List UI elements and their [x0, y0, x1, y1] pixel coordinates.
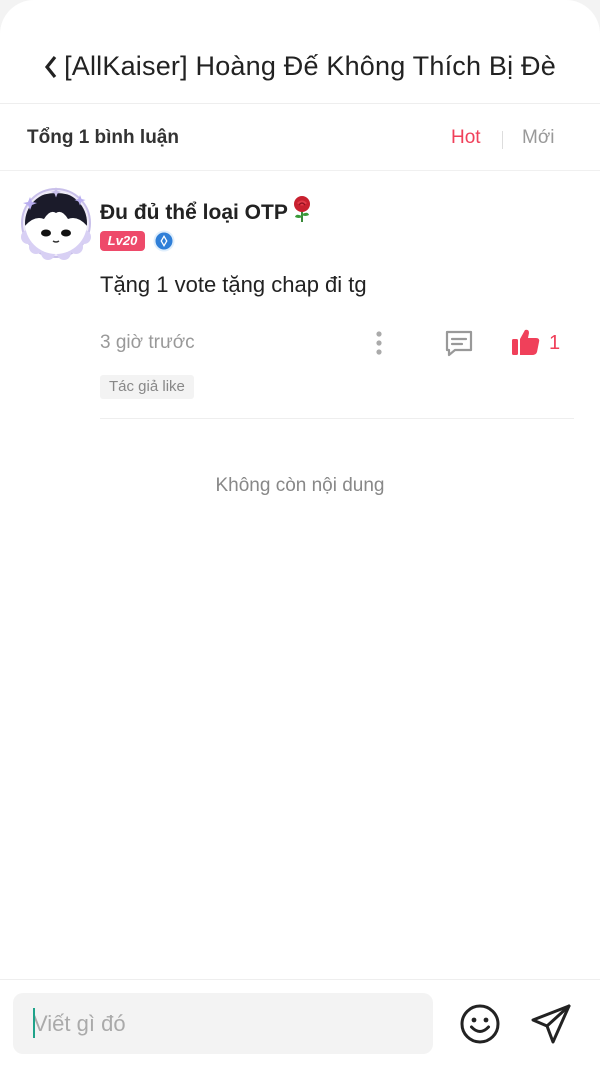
sort-bar: Tổng 1 bình luận Hot Mới [0, 104, 600, 171]
thumbs-up-icon[interactable] [510, 327, 542, 357]
tab-divider [502, 131, 503, 149]
header-inner: [AllKaiser] Hoàng Đế Không Thích Bị Đè [44, 51, 556, 82]
comment-time: 3 giờ trước [100, 332, 195, 353]
comment-username[interactable]: Đu đủ thể loại OTP [100, 195, 314, 229]
comment-input[interactable] [13, 993, 433, 1054]
comment-item: Đu đủ thể loại OTP Lv20 Tặng 1 vote tặng… [0, 171, 600, 421]
smiley-icon[interactable] [459, 1003, 501, 1045]
username-text: Đu đủ thể loại OTP [100, 201, 288, 224]
avatar[interactable] [18, 185, 94, 261]
rose-icon [290, 195, 314, 229]
end-of-list-text: Không còn nội dung [215, 475, 385, 496]
tab-new[interactable]: Mới [522, 127, 555, 149]
more-options-icon[interactable] [370, 329, 388, 357]
comment-divider [100, 418, 574, 419]
send-icon[interactable] [529, 1002, 573, 1046]
author-liked-tag: Tác giả like [100, 375, 194, 399]
comment-count: Tổng 1 bình luận [27, 127, 179, 148]
chevron-left-icon[interactable] [44, 53, 64, 81]
header: [AllKaiser] Hoàng Đế Không Thích Bị Đè [0, 0, 600, 104]
text-caret [33, 1008, 35, 1038]
reply-icon[interactable] [443, 328, 475, 358]
like-count: 1 [549, 332, 561, 354]
comment-composer [0, 979, 600, 1067]
tab-hot[interactable]: Hot [451, 127, 481, 149]
verified-badge-icon [153, 230, 175, 252]
level-badge: Lv20 [100, 231, 145, 251]
page-title: [AllKaiser] Hoàng Đế Không Thích Bị Đè [64, 51, 556, 81]
comment-sheet: [AllKaiser] Hoàng Đế Không Thích Bị Đè T… [0, 0, 600, 1067]
comment-text: Tặng 1 vote tặng chap đi tg [100, 272, 367, 297]
